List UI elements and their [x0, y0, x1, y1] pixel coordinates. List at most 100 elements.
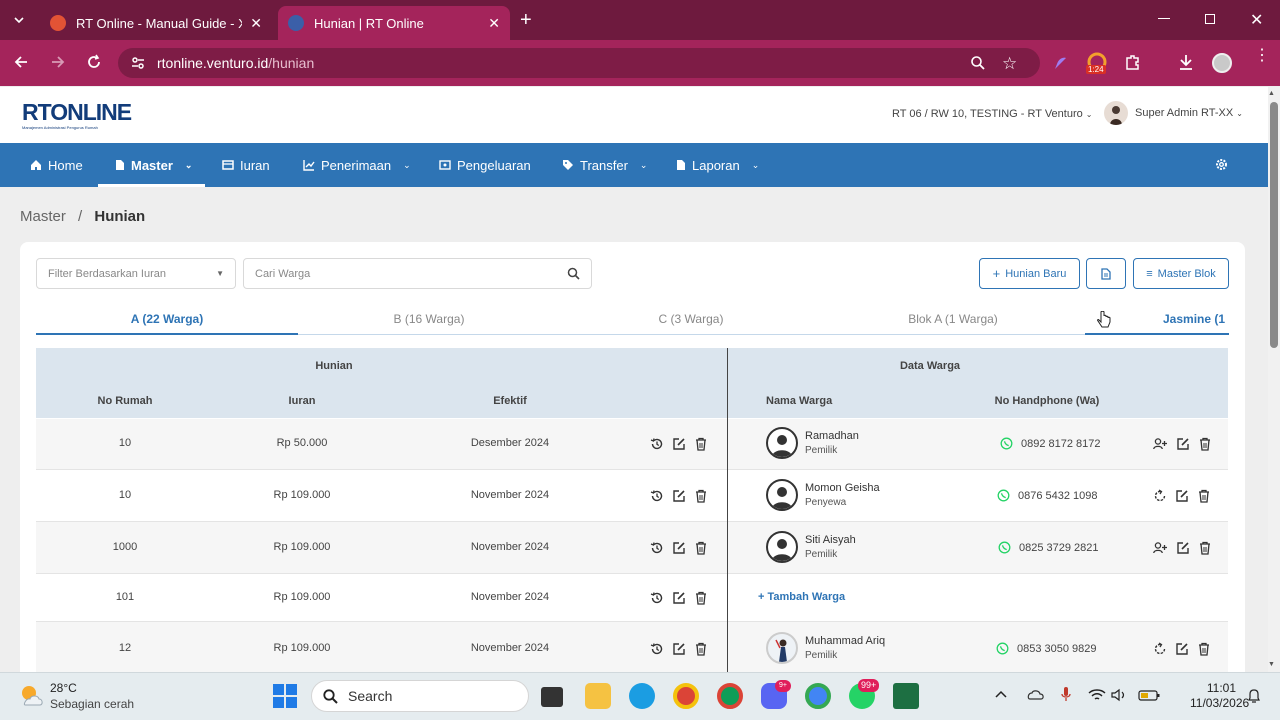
excel-icon[interactable]	[893, 683, 919, 709]
volume-icon[interactable]	[1111, 688, 1127, 702]
close-tab-icon[interactable]: ✕	[250, 15, 262, 32]
site-info-icon[interactable]	[130, 55, 146, 71]
tab-blok-a-2[interactable]: Blok A (1 Warga)	[822, 312, 1084, 326]
trash-icon[interactable]	[1197, 489, 1211, 503]
edge-browser-icon[interactable]	[629, 683, 655, 709]
minimize-button[interactable]	[1158, 18, 1170, 19]
master-blok-button[interactable]: ≡ Master Blok	[1133, 258, 1229, 289]
edit-icon[interactable]	[672, 489, 686, 503]
edit-icon[interactable]	[672, 437, 686, 451]
edit-icon[interactable]	[672, 642, 686, 656]
bookmark-star-icon[interactable]: ☆	[1002, 54, 1017, 74]
breadcrumb-parent[interactable]: Master	[20, 208, 66, 225]
export-document-button[interactable]	[1086, 258, 1126, 289]
browser-menu-icon[interactable]: ⋮	[1254, 48, 1270, 64]
browser-tab-hunian[interactable]: Hunian | RT Online ✕	[278, 6, 510, 40]
new-hunian-button[interactable]: + Hunian Baru	[979, 258, 1080, 289]
trash-icon[interactable]	[1198, 437, 1212, 451]
nav-pengeluaran[interactable]: Pengeluaran	[439, 143, 531, 187]
edit-icon[interactable]	[1175, 489, 1189, 503]
nav-iuran[interactable]: Iuran	[222, 143, 270, 187]
nav-laporan[interactable]: Laporan ⌄	[676, 143, 759, 187]
rtonline-logo[interactable]: RTONLINE Manajemen Administrasi Pengurus…	[22, 99, 132, 130]
add-user-icon[interactable]	[1153, 437, 1168, 451]
close-window-button[interactable]: ✕	[1250, 10, 1263, 30]
weather-widget[interactable]: 28°C Sebagian cerah	[50, 680, 134, 712]
organization-selector[interactable]: RT 06 / RW 10, TESTING - RT Venturo ⌄	[892, 108, 1092, 120]
edit-icon[interactable]	[1175, 642, 1189, 656]
tray-chevron-up-icon[interactable]	[995, 690, 1007, 698]
history-icon[interactable]	[650, 591, 664, 605]
taskbar-search[interactable]: Search	[311, 680, 529, 712]
reset-icon[interactable]	[1153, 642, 1167, 656]
edit-icon[interactable]	[1176, 541, 1190, 555]
user-menu[interactable]: Super Admin RT-XX ⌄	[1104, 101, 1243, 125]
scroll-up-arrow-icon[interactable]: ▲	[1268, 90, 1275, 97]
chrome-icon[interactable]	[717, 683, 743, 709]
tab-blok-b[interactable]: B (16 Warga)	[298, 312, 560, 326]
back-icon[interactable]	[13, 54, 29, 70]
zoom-icon[interactable]	[970, 55, 986, 71]
warga-phone[interactable]: 0876 5432 1098	[997, 489, 1098, 502]
taskbar-clock[interactable]: 11:01 11/03/2026	[1190, 681, 1249, 711]
warga-phone[interactable]: 0892 8172 8172	[1000, 437, 1101, 450]
history-icon[interactable]	[650, 541, 664, 555]
profile-avatar[interactable]	[1212, 53, 1232, 73]
weather-icon[interactable]	[18, 683, 44, 707]
chrome-profile-icon[interactable]	[673, 683, 699, 709]
new-tab-button[interactable]: +	[520, 9, 532, 32]
close-tab-icon[interactable]: ✕	[488, 15, 500, 32]
task-view-icon[interactable]	[541, 687, 563, 707]
trash-icon[interactable]	[1198, 541, 1212, 555]
microphone-icon[interactable]	[1061, 686, 1071, 702]
trash-icon[interactable]	[694, 489, 708, 503]
search-warga-input[interactable]: Cari Warga	[243, 258, 592, 289]
timer-extension-icon[interactable]: 1:24	[1086, 52, 1108, 74]
history-icon[interactable]	[650, 437, 664, 451]
trash-icon[interactable]	[694, 437, 708, 451]
chrome-alt-icon[interactable]	[805, 683, 831, 709]
browser-tab-manual-guide[interactable]: RT Online - Manual Guide - Xm ✕	[40, 6, 272, 40]
download-icon[interactable]	[1178, 54, 1194, 70]
reload-icon[interactable]	[86, 54, 102, 70]
settings-gear-icon[interactable]	[1215, 158, 1228, 171]
warga-phone[interactable]: 0853 3050 9829	[996, 642, 1097, 655]
trash-icon[interactable]	[1197, 642, 1211, 656]
windows-start-icon[interactable]	[273, 684, 297, 708]
warga-phone[interactable]: 0825 3729 2821	[998, 541, 1099, 554]
history-icon[interactable]	[650, 489, 664, 503]
scroll-down-arrow-icon[interactable]: ▼	[1268, 661, 1275, 668]
edit-icon[interactable]	[1176, 437, 1190, 451]
trash-icon[interactable]	[694, 591, 708, 605]
onedrive-cloud-icon[interactable]	[1026, 688, 1044, 700]
add-warga-link[interactable]: + Tambah Warga	[758, 591, 845, 603]
filter-iuran-select[interactable]: Filter Berdasarkan Iuran ▼	[36, 258, 236, 289]
url-text[interactable]: rtonline.venturo.id/hunian	[157, 55, 314, 71]
wifi-icon[interactable]	[1088, 688, 1106, 702]
tab-list-button[interactable]	[8, 10, 30, 30]
file-explorer-icon[interactable]	[585, 683, 611, 709]
phone-number: 0825 3729 2821	[1019, 541, 1099, 554]
extensions-puzzle-icon[interactable]	[1125, 54, 1141, 70]
nav-transfer[interactable]: Transfer ⌄	[562, 143, 647, 187]
feather-extension-icon[interactable]	[1052, 54, 1070, 72]
edit-icon[interactable]	[672, 591, 686, 605]
add-user-icon[interactable]	[1153, 541, 1168, 555]
notification-bell-icon[interactable]	[1247, 688, 1261, 704]
forward-icon[interactable]	[50, 54, 66, 70]
nav-master[interactable]: Master ⌄	[98, 143, 205, 187]
nav-penerimaan[interactable]: Penerimaan ⌄	[303, 143, 411, 187]
tab-blok-c[interactable]: C (3 Warga)	[560, 312, 822, 326]
trash-icon[interactable]	[694, 541, 708, 555]
restore-button[interactable]	[1205, 14, 1215, 24]
reset-icon[interactable]	[1153, 489, 1167, 503]
scrollbar-thumb[interactable]	[1270, 102, 1278, 348]
tab-blok-a[interactable]: A (22 Warga)	[36, 312, 298, 326]
rtonline-favicon-icon	[288, 15, 304, 31]
tab-jasmine[interactable]: Jasmine (1	[1163, 312, 1229, 326]
battery-icon[interactable]	[1138, 690, 1160, 701]
edit-icon[interactable]	[672, 541, 686, 555]
trash-icon[interactable]	[694, 642, 708, 656]
history-icon[interactable]	[650, 642, 664, 656]
nav-home[interactable]: Home	[30, 143, 83, 187]
